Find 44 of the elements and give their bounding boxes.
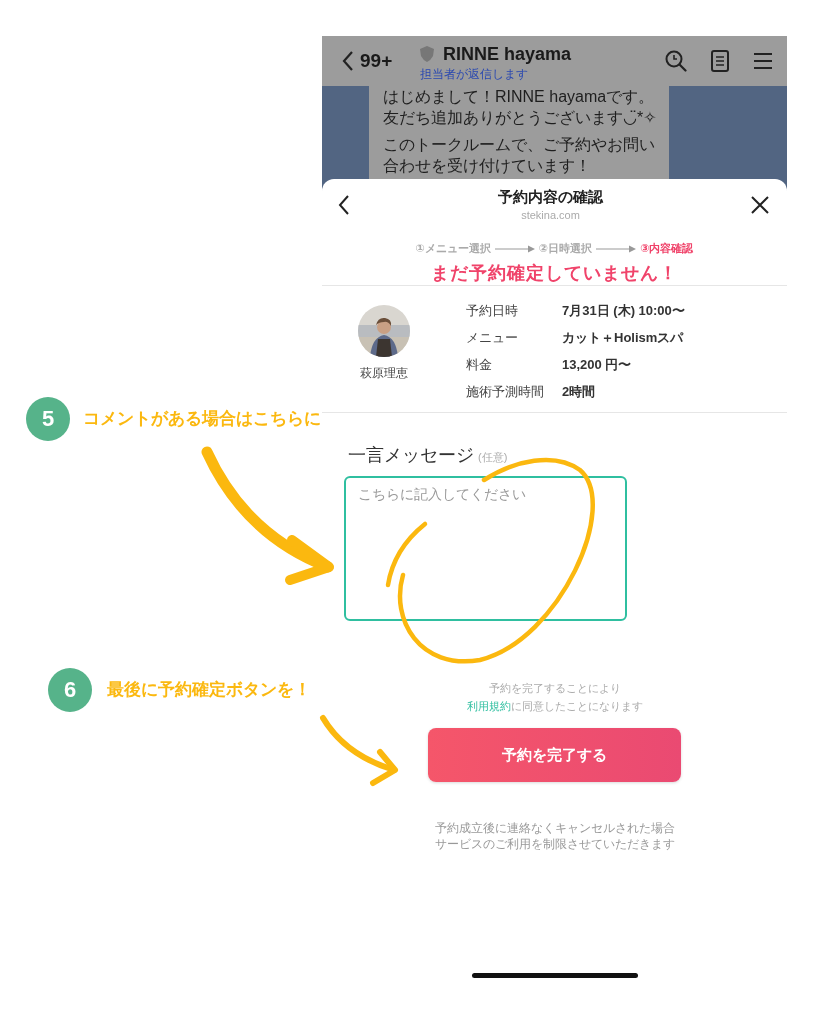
detail-label: メニュー bbox=[466, 328, 519, 347]
message-text: このトークルームで、ご予約やお問い bbox=[383, 135, 656, 155]
detail-label: 施術予測時間 bbox=[466, 382, 545, 401]
search-icon[interactable] bbox=[665, 50, 687, 72]
notice-text: 予約成立後に連絡なくキャンセルされた場合 bbox=[434, 820, 675, 836]
message-text: はじめまして！RINNE hayamaです。 bbox=[383, 87, 656, 107]
arrow-icon bbox=[596, 244, 637, 253]
annotation-text: 最後に予約確定ボタンを！ bbox=[107, 679, 311, 701]
shield-icon bbox=[420, 46, 434, 62]
message-text: 合わせを受け付けています！ bbox=[383, 156, 592, 176]
notice-text: サービスのご利用を制限させていただきます bbox=[434, 836, 675, 852]
terms-link[interactable]: 利用規約 bbox=[466, 697, 511, 715]
detail-value: 13,200 円〜 bbox=[562, 355, 633, 374]
domain-text: stekina.com bbox=[521, 208, 580, 223]
submit-button[interactable]: 予約を完了する bbox=[428, 728, 681, 782]
close-icon[interactable] bbox=[751, 196, 769, 214]
terms-text: 予約を完了することにより bbox=[488, 681, 621, 696]
staff-name: 萩原理恵 bbox=[360, 365, 408, 382]
back-icon[interactable] bbox=[338, 194, 350, 216]
step-label: ③内容確認 bbox=[640, 241, 694, 256]
chat-title: RINNE hayama bbox=[443, 43, 572, 65]
warning-text: まだ予約確定していません！ bbox=[431, 262, 678, 285]
annotation-text: コメントがある場合はこちらに bbox=[83, 408, 321, 430]
menu-icon[interactable] bbox=[753, 52, 773, 70]
step-number-badge: 5 bbox=[26, 397, 70, 441]
detail-value: 7月31日 (木) 10:00〜 bbox=[562, 301, 685, 320]
unread-count[interactable]: 99+ bbox=[360, 50, 393, 72]
message-text: 友だち追加ありがとうございます◡̈*✧ bbox=[383, 108, 658, 128]
detail-label: 予約日時 bbox=[466, 301, 519, 320]
detail-label: 料金 bbox=[466, 355, 493, 374]
message-field[interactable]: こちらに記入してください bbox=[344, 476, 627, 621]
step-number-badge: 6 bbox=[48, 668, 92, 712]
note-icon[interactable] bbox=[711, 50, 729, 72]
back-icon[interactable] bbox=[342, 50, 354, 72]
detail-value: 2時間 bbox=[562, 382, 597, 401]
arrow-icon bbox=[494, 244, 535, 253]
step-label: ②日時選択 bbox=[538, 241, 593, 256]
step-label: ①メニュー選択 bbox=[415, 241, 491, 256]
sheet-title: 予約内容の確認 bbox=[498, 187, 603, 207]
message-label: 一言メッセージ bbox=[348, 444, 474, 467]
optional-label: (任意) bbox=[478, 450, 508, 465]
detail-value: カット＋Holismスパ bbox=[562, 328, 685, 347]
chat-subtitle: 担当者が返信します bbox=[420, 65, 529, 83]
terms-text: に同意したことになります bbox=[510, 699, 643, 714]
